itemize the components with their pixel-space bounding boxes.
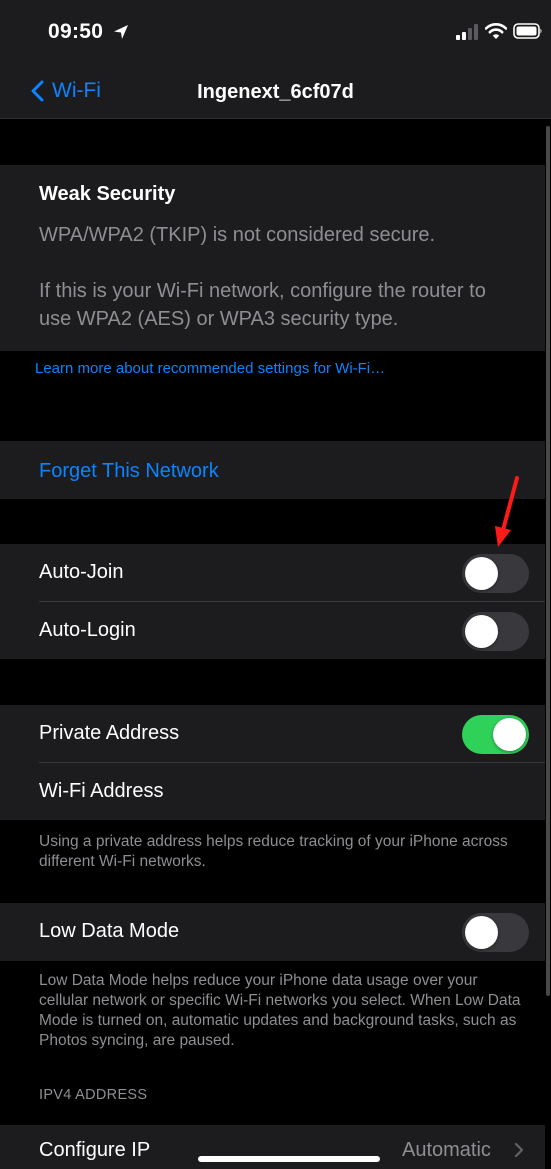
forget-network-label: Forget This Network xyxy=(39,460,219,482)
toggle-knob xyxy=(465,916,498,949)
chevron-right-icon xyxy=(514,1142,524,1158)
private-address-toggle[interactable] xyxy=(462,715,529,754)
configure-ip-label: Configure IP xyxy=(39,1139,151,1161)
configure-ip-value: Automatic xyxy=(402,1139,491,1161)
annotation-arrow-icon xyxy=(495,476,519,547)
low-data-toggle[interactable] xyxy=(462,913,529,952)
low-data-group: Low Data Mode xyxy=(0,903,545,961)
scroll-indicator[interactable] xyxy=(546,126,550,996)
join-settings-group: Auto-Join Auto-Login xyxy=(0,544,545,659)
security-warning-advice: If this is your Wi-Fi network, configure… xyxy=(39,280,486,330)
private-address-footer: Using a private address helps reduce tra… xyxy=(39,833,508,870)
battery-icon xyxy=(513,23,542,39)
security-warning-text: WPA/WPA2 (TKIP) is not considered secure… xyxy=(39,224,436,246)
auto-login-row: Auto-Login xyxy=(0,602,545,659)
address-settings-group: Private Address Wi-Fi Address xyxy=(0,705,545,820)
page-title: Ingenext_6cf07d xyxy=(197,81,354,103)
location-arrow-icon xyxy=(114,25,128,39)
wifi-address-label: Wi-Fi Address xyxy=(39,780,164,802)
signal-bars-icon xyxy=(456,24,478,40)
wifi-address-row[interactable]: Wi-Fi Address xyxy=(0,763,545,820)
configure-ip-row[interactable]: Configure IP Automatic xyxy=(0,1125,545,1169)
toggle-knob xyxy=(465,557,498,590)
private-address-row: Private Address xyxy=(0,705,545,762)
ipv4-section-header: IPV4 ADDRESS xyxy=(39,1087,148,1103)
wifi-icon xyxy=(485,23,507,39)
auto-join-label: Auto-Join xyxy=(39,561,124,583)
toggle-knob xyxy=(493,718,526,751)
home-indicator[interactable] xyxy=(198,1156,380,1162)
settings-screen: 09:50 Wi-Fi Ingenext_6cf07d Weak Securit… xyxy=(0,0,551,1169)
navigation-bar: Wi-Fi Ingenext_6cf07d xyxy=(0,62,551,119)
auto-join-toggle[interactable] xyxy=(462,554,529,593)
private-address-label: Private Address xyxy=(39,722,180,744)
auto-login-toggle[interactable] xyxy=(462,612,529,651)
low-data-footer: Low Data Mode helps reduce your iPhone d… xyxy=(39,972,521,1049)
auto-join-row: Auto-Join xyxy=(0,544,545,601)
learn-more-link[interactable]: Learn more about recommended settings fo… xyxy=(35,360,385,377)
low-data-label: Low Data Mode xyxy=(39,920,180,942)
toggle-knob xyxy=(465,615,498,648)
forget-network-button[interactable]: Forget This Network xyxy=(0,441,545,499)
low-data-row: Low Data Mode xyxy=(0,903,545,960)
status-bar: 09:50 xyxy=(0,0,551,62)
status-time: 09:50 xyxy=(48,20,104,43)
security-warning-title: Weak Security xyxy=(39,183,176,205)
auto-login-label: Auto-Login xyxy=(39,619,136,641)
